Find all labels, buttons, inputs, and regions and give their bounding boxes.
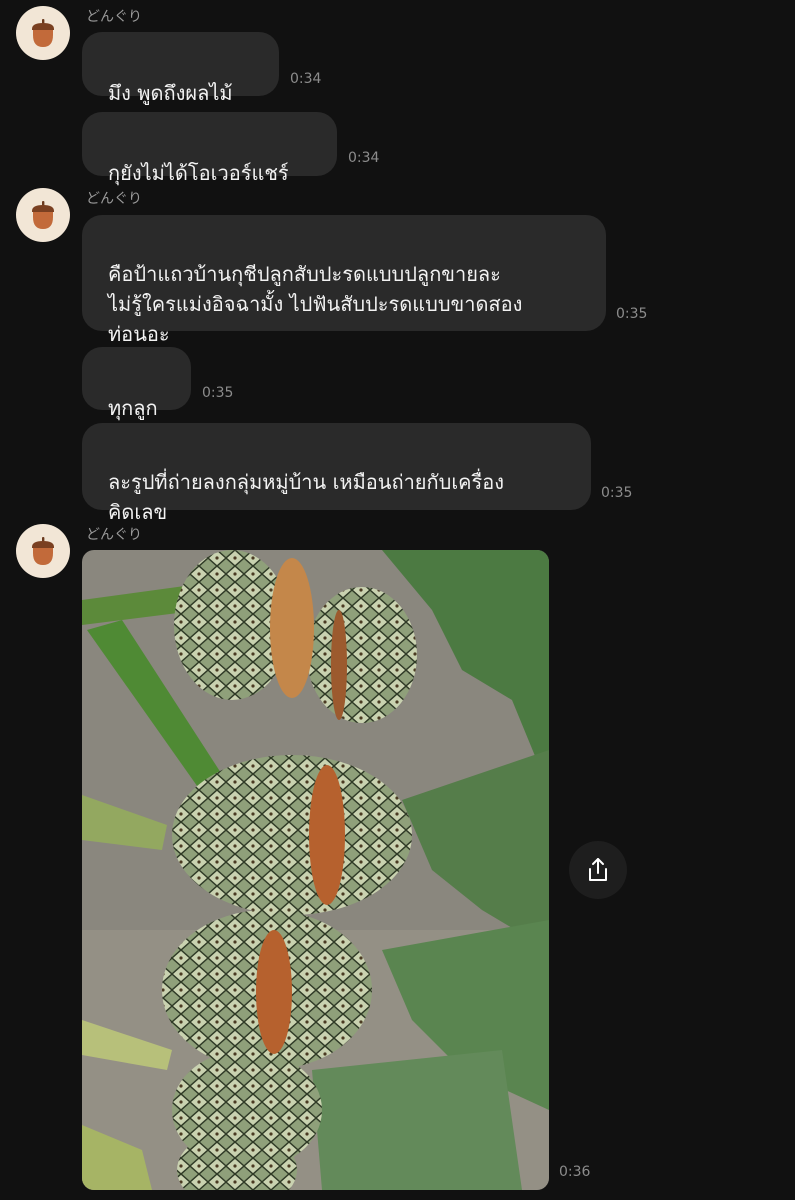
message-text: คือป้าแถวบ้านกุชีปลูกสับปะรดแบบปลูกขายละ… bbox=[108, 262, 523, 346]
sender-avatar[interactable] bbox=[16, 188, 70, 242]
share-icon bbox=[589, 858, 607, 881]
message-text: มึง พูดถึงผลไม้ bbox=[108, 81, 233, 105]
pineapple-photo bbox=[82, 550, 549, 1190]
message-bubble[interactable]: กุยังไม่ได้โอเวอร์แชร์ bbox=[82, 112, 337, 185]
message-text: ทุกลูก bbox=[108, 396, 158, 420]
acorn-icon bbox=[27, 17, 59, 49]
sender-name: どんぐり bbox=[86, 9, 142, 25]
message-time: 0:35 bbox=[202, 385, 234, 401]
message-time: 0:36 bbox=[559, 1164, 591, 1180]
message-text: กุยังไม่ได้โอเวอร์แชร์ bbox=[108, 161, 289, 185]
sender-avatar[interactable] bbox=[16, 524, 70, 578]
sender-name: どんぐり bbox=[86, 191, 142, 207]
message-time: 0:35 bbox=[601, 485, 633, 501]
message-time: 0:35 bbox=[616, 306, 648, 322]
message-bubble[interactable]: คือป้าแถวบ้านกุชีปลูกสับปะรดแบบปลูกขายละ… bbox=[82, 215, 606, 346]
message-time: 0:34 bbox=[348, 150, 380, 166]
message-bubble[interactable]: มึง พูดถึงผลไม้ bbox=[82, 32, 279, 105]
message-bubble[interactable]: ทุกลูก bbox=[82, 347, 191, 420]
message-text: ละรูปที่ถ่ายลงกลุ่มหมู่บ้าน เหมือนถ่ายกั… bbox=[108, 470, 505, 524]
sender-name: どんぐり bbox=[86, 527, 142, 543]
share-button[interactable] bbox=[569, 841, 627, 899]
acorn-icon bbox=[27, 199, 59, 231]
message-bubble[interactable]: ละรูปที่ถ่ายลงกลุ่มหมู่บ้าน เหมือนถ่ายกั… bbox=[82, 423, 591, 524]
acorn-icon bbox=[27, 535, 59, 567]
photo-message[interactable] bbox=[82, 550, 549, 1190]
message-time: 0:34 bbox=[290, 71, 322, 87]
sender-avatar[interactable] bbox=[16, 6, 70, 60]
